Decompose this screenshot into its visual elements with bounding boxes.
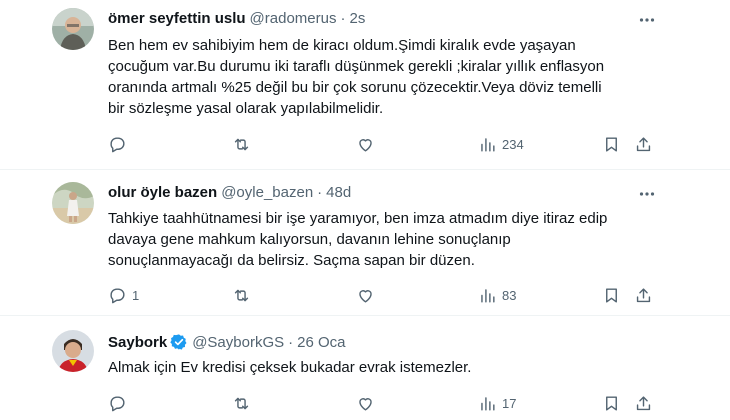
tweet[interactable]: ömer seyfettin uslu @radomerus · 2s Ben …: [0, 0, 730, 170]
tweet-header: ömer seyfettin uslu @radomerus · 2s: [108, 8, 365, 28]
reply-icon: [110, 287, 125, 303]
like-icon: [359, 289, 372, 303]
more-options-button[interactable]: [636, 10, 658, 30]
bookmark-icon: [606, 136, 617, 152]
avatar[interactable]: [52, 182, 94, 224]
tweet-header: Sayb​ork @SayborkGS · 26 Oca: [108, 332, 346, 352]
views-button[interactable]: 234: [478, 132, 524, 156]
bookmark-button[interactable]: [602, 283, 621, 307]
tweet-text-line: Ben hem ev sahibiyim hem de kiracı oldum…: [108, 37, 576, 54]
reply-button[interactable]: 1: [108, 283, 139, 307]
reply-button[interactable]: [108, 391, 132, 415]
like-button[interactable]: [356, 132, 380, 156]
tweet-text-line: Almak için Ev kredisi çeksek bukadar evr…: [108, 359, 472, 376]
separator-dot: ·: [340, 9, 346, 27]
reply-count: 1: [132, 287, 140, 303]
timestamp[interactable]: 2s: [349, 10, 365, 27]
author-handle[interactable]: @radomerus: [250, 10, 337, 27]
tweet-actions: 1 83: [104, 283, 664, 307]
tweet-text-line: bir sözleşme yasal olarak yapılabilmelid…: [108, 100, 384, 117]
bookmark-icon: [606, 287, 617, 303]
views-button[interactable]: 17: [478, 391, 516, 415]
retweet-button[interactable]: [232, 283, 256, 307]
retweet-button[interactable]: [232, 132, 256, 156]
avatar[interactable]: [52, 330, 94, 372]
separator-dot: ·: [288, 333, 294, 351]
tweet-text-line: davaya gene mahkum kalıyorsun, davanın l…: [108, 231, 511, 248]
tweet-text-line: Tahkiye taahhütnamesi bir işe yaramıyor,…: [108, 210, 608, 227]
like-icon: [359, 397, 372, 411]
tweet-actions: 234: [104, 132, 664, 156]
views-icon: [481, 137, 495, 152]
verified-badge-icon: [170, 333, 188, 351]
avatar[interactable]: [52, 8, 94, 50]
reply-icon: [110, 136, 125, 152]
tweet-text-line: sonuçlanmayacağı da belirsiz. Saçma sapa…: [108, 252, 475, 269]
views-icon: [481, 396, 495, 411]
reply-button[interactable]: [108, 132, 132, 156]
tweet-text: Ben hem ev sahibiyim hem de kiracı oldum…: [108, 35, 668, 119]
separator-dot: ·: [317, 183, 323, 201]
tweet[interactable]: Sayb​ork @SayborkGS · 26 Oca Almak için …: [0, 316, 730, 420]
share-icon: [636, 287, 651, 302]
views-icon: [481, 288, 495, 303]
views-button[interactable]: 83: [478, 283, 516, 307]
author-name[interactable]: Sayb​ork: [108, 334, 167, 351]
tweet-header: olur öyle bazen @oyle_bazen · 48d: [108, 182, 351, 202]
tweet-actions: 17: [104, 391, 664, 415]
views-count: 234: [502, 136, 524, 152]
views-count: 83: [502, 287, 517, 303]
bookmark-button[interactable]: [602, 132, 621, 156]
like-button[interactable]: [356, 391, 380, 415]
tweet-text: Almak için Ev kredisi çeksek bukadar evr…: [108, 357, 668, 378]
tweet-text-line: çocuğum var.Bu durumu iki taraflı düşünm…: [108, 58, 605, 75]
retweet-icon: [234, 289, 249, 301]
timestamp[interactable]: 48d: [326, 184, 351, 201]
like-button[interactable]: [356, 283, 380, 307]
bookmark-icon: [606, 395, 617, 411]
reply-icon: [110, 395, 125, 411]
share-button[interactable]: [634, 391, 653, 415]
share-icon: [636, 395, 651, 410]
like-icon: [359, 138, 372, 152]
tweet[interactable]: olur öyle bazen @oyle_bazen · 48d Tahkiy…: [0, 170, 730, 316]
retweet-button[interactable]: [232, 391, 256, 415]
more-icon: [639, 192, 655, 196]
author-handle[interactable]: @oyle_bazen: [221, 184, 313, 201]
author-handle[interactable]: @SayborkGS: [192, 334, 284, 351]
share-button[interactable]: [634, 132, 653, 156]
author-name[interactable]: olur öyle bazen: [108, 184, 217, 201]
author-name[interactable]: ömer seyfettin uslu: [108, 10, 246, 27]
views-count: 17: [502, 395, 517, 411]
timestamp[interactable]: 26 Oca: [297, 334, 345, 351]
tweet-text: Tahkiye taahhütnamesi bir işe yaramıyor,…: [108, 208, 668, 271]
retweet-icon: [234, 138, 249, 150]
tweet-text-line: oranında artmalı %25 değil bu bir çok so…: [108, 79, 602, 96]
retweet-icon: [234, 397, 249, 409]
more-icon: [639, 18, 655, 22]
bookmark-button[interactable]: [602, 391, 621, 415]
share-icon: [636, 136, 651, 151]
more-options-button[interactable]: [636, 184, 658, 204]
share-button[interactable]: [634, 283, 653, 307]
